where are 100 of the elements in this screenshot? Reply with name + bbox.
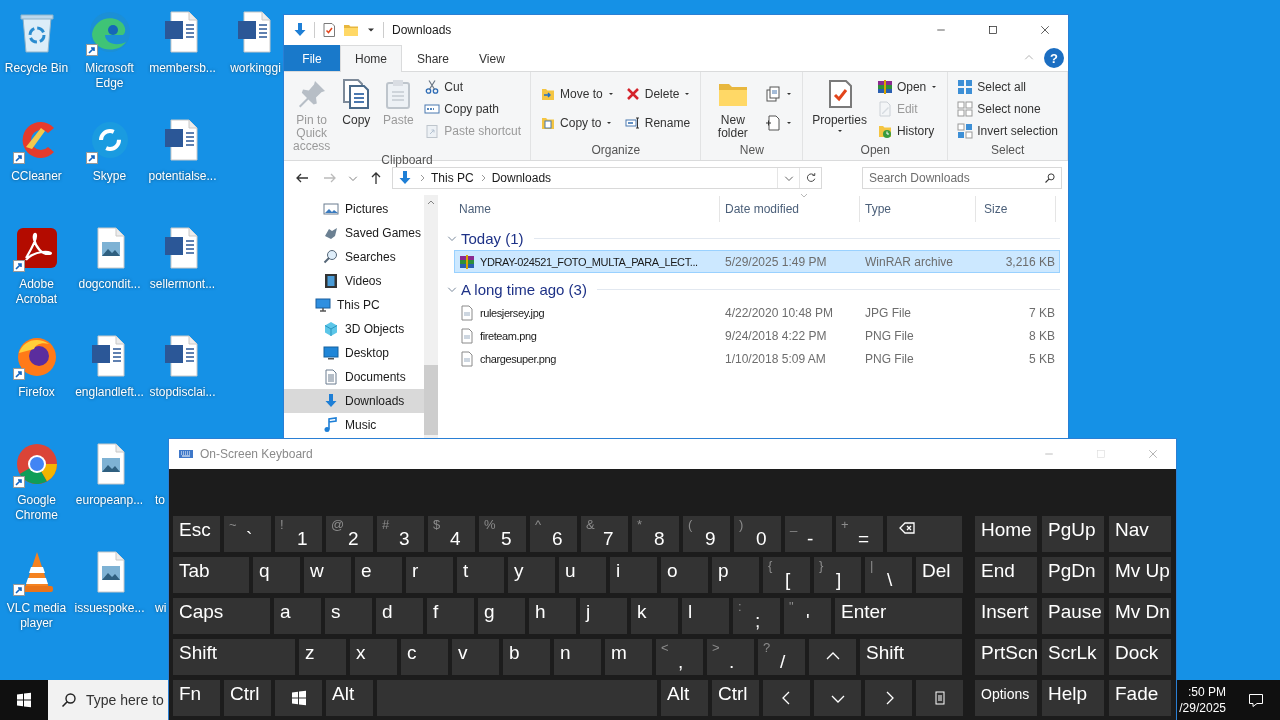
ribbon-button[interactable]: New folder: [707, 74, 759, 143]
key[interactable]: Shift: [860, 639, 962, 675]
ribbon-button[interactable]: Move to: [537, 83, 618, 106]
key[interactable]: * 8: [632, 516, 679, 552]
file-row[interactable]: rulesjersey.jpg 4/22/2020 10:48 PM JPG File 7 KB: [454, 301, 1060, 324]
clock-time[interactable]: :50 PM: [1188, 684, 1226, 700]
column-header[interactable]: Size: [976, 202, 1008, 216]
key[interactable]: v: [452, 639, 499, 675]
key[interactable]: k: [631, 598, 678, 634]
key[interactable]: + =: [836, 516, 883, 552]
key[interactable]: ^ 6: [530, 516, 577, 552]
ribbon-tab[interactable]: View: [464, 45, 520, 71]
key[interactable]: m: [605, 639, 652, 675]
key[interactable]: o: [661, 557, 708, 593]
key[interactable]: Home: [975, 516, 1037, 552]
key[interactable]: $ 4: [428, 516, 475, 552]
key[interactable]: " ': [784, 598, 831, 634]
key[interactable]: u: [559, 557, 606, 593]
key[interactable]: j: [580, 598, 627, 634]
key[interactable]: n: [554, 639, 601, 675]
ribbon-button[interactable]: Invert selection: [954, 120, 1061, 142]
nav-item[interactable]: Saved Games: [284, 221, 424, 245]
key[interactable]: b: [503, 639, 550, 675]
address-bar[interactable]: This PC Downloads: [392, 167, 822, 189]
key[interactable]: Esc: [173, 516, 220, 552]
key[interactable]: r: [406, 557, 453, 593]
key[interactable]: < ,: [656, 639, 703, 675]
ribbon-button[interactable]: Copy path: [421, 98, 525, 120]
ribbon-button[interactable]: Rename: [621, 111, 695, 134]
key[interactable]: # 3: [377, 516, 424, 552]
file-row[interactable]: fireteam.png 9/24/2018 4:22 PM PNG File 8 KB: [454, 324, 1060, 347]
key[interactable]: ( 9: [683, 516, 730, 552]
key[interactable]: t: [457, 557, 504, 593]
key[interactable]: @ 2: [326, 516, 373, 552]
key[interactable]: > .: [707, 639, 754, 675]
ribbon-button[interactable]: Properties: [809, 74, 870, 143]
key[interactable]: ! 1: [275, 516, 322, 552]
nav-item[interactable]: Searches: [284, 245, 424, 269]
key[interactable]: c: [401, 639, 448, 675]
key[interactable]: a: [274, 598, 321, 634]
key[interactable]: PgUp: [1042, 516, 1104, 552]
key[interactable]: | \: [865, 557, 912, 593]
ribbon-button[interactable]: Copy to: [537, 111, 618, 134]
nav-item[interactable]: This PC: [284, 293, 424, 317]
properties-icon[interactable]: [321, 22, 337, 38]
download-icon[interactable]: [292, 22, 308, 38]
key[interactable]: Insert: [975, 598, 1037, 634]
key[interactable]: Dock: [1109, 639, 1171, 675]
help-button[interactable]: ?: [1044, 48, 1064, 68]
ribbon-button[interactable]: Copy: [337, 74, 376, 153]
nav-item[interactable]: Documents: [284, 365, 424, 389]
ribbon-button[interactable]: Select none: [954, 98, 1061, 120]
key[interactable]: Pause: [1042, 598, 1104, 634]
nav-item[interactable]: Videos: [284, 269, 424, 293]
key[interactable]: Ctrl: [712, 680, 759, 716]
key[interactable]: Mv Up: [1109, 557, 1171, 593]
key[interactable]: Alt: [326, 680, 373, 716]
key[interactable]: Del: [916, 557, 963, 593]
key[interactable]: Ctrl: [224, 680, 271, 716]
nav-item[interactable]: 3D Objects: [284, 317, 424, 341]
nav-item[interactable]: Desktop: [284, 341, 424, 365]
key[interactable]: d: [376, 598, 423, 634]
key[interactable]: ~ `: [224, 516, 271, 552]
key[interactable]: f: [427, 598, 474, 634]
ribbon-button[interactable]: Cut: [421, 76, 525, 98]
column-header[interactable]: Type: [860, 202, 891, 216]
column-header[interactable]: Date modified: [720, 202, 800, 216]
key[interactable]: w: [304, 557, 351, 593]
ribbon-tab[interactable]: File: [284, 45, 340, 71]
key[interactable]: l: [682, 598, 729, 634]
key[interactable]: [275, 680, 322, 716]
ribbon-button[interactable]: Delete: [621, 83, 695, 106]
key[interactable]: z: [299, 639, 346, 675]
key[interactable]: PgDn: [1042, 557, 1104, 593]
key[interactable]: [887, 516, 962, 552]
key[interactable]: & 7: [581, 516, 628, 552]
key[interactable]: Fade: [1109, 680, 1171, 716]
key[interactable]: End: [975, 557, 1037, 593]
key[interactable]: : ;: [733, 598, 780, 634]
file-row[interactable]: YDRAY-024521_FOTO_MULTA_PARA_LECT... 5/29/2025 1:49 PM WinRAR archive 3,216 KB: [454, 250, 1060, 273]
taskbar-search-field[interactable]: Type here to: [48, 680, 168, 720]
ribbon-button[interactable]: History: [873, 120, 942, 142]
key[interactable]: h: [529, 598, 576, 634]
key[interactable]: Tab: [173, 557, 249, 593]
key[interactable]: PrtScn: [975, 639, 1037, 675]
search-field[interactable]: Search Downloads: [862, 167, 1062, 189]
key[interactable]: ) 0: [734, 516, 781, 552]
file-row[interactable]: chargesuper.png 1/10/2018 5:09 AM PNG File 5 KB: [454, 347, 1060, 370]
key[interactable]: p: [712, 557, 759, 593]
nav-item[interactable]: Downloads: [284, 389, 424, 413]
nav-item[interactable]: Pictures: [284, 197, 424, 221]
ribbon-button[interactable]: Select all: [954, 76, 1061, 98]
key[interactable]: s: [325, 598, 372, 634]
key[interactable]: q: [253, 557, 300, 593]
ribbon-tab[interactable]: Share: [402, 45, 465, 71]
key[interactable]: _ -: [785, 516, 832, 552]
key[interactable]: } ]: [814, 557, 861, 593]
key[interactable]: Enter: [835, 598, 962, 634]
key[interactable]: ScrLk: [1042, 639, 1104, 675]
scroll-up-icon[interactable]: [427, 199, 435, 207]
